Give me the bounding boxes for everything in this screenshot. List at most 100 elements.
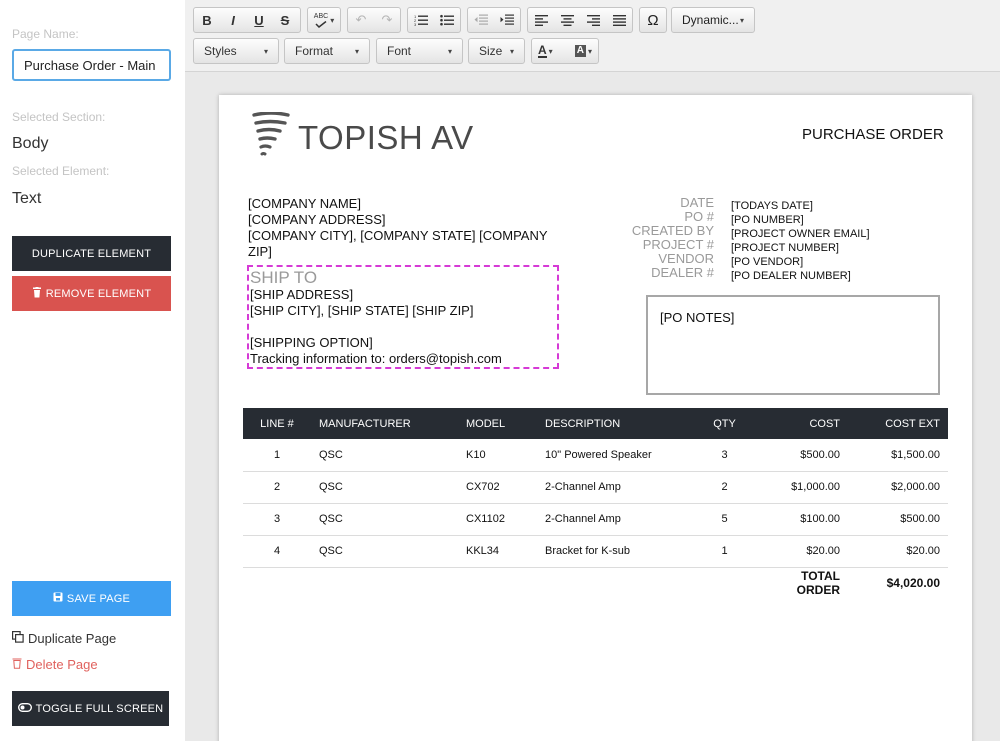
column-header-cost: COST [752, 408, 848, 439]
duplicate-element-label: DUPLICATE ELEMENT [31, 247, 152, 260]
dynamic-dropdown[interactable]: Dynamic... ▾ [671, 7, 755, 33]
column-header-cost-ext: COST EXT [848, 408, 948, 439]
align-right-icon[interactable] [580, 8, 606, 32]
cell-manufacturer: QSC [311, 535, 458, 568]
document-page: TOPISH AV PURCHASE ORDER [COMPANY NAME] … [219, 95, 972, 741]
document-title: PURCHASE ORDER [802, 126, 944, 143]
background-color-button[interactable]: A ▾ [574, 45, 592, 57]
ship-city-state-zip: [SHIP CITY], [SHIP STATE] [SHIP ZIP] [250, 303, 474, 318]
meta-values[interactable]: [TODAYS DATE] [PO NUMBER] [PROJECT OWNER… [731, 199, 931, 283]
indent-icon[interactable] [494, 8, 520, 32]
po-notes-text: [PO NOTES] [660, 310, 735, 325]
table-row: 2 QSC CX702 2-Channel Amp 2 $1,000.00 $2… [243, 471, 948, 504]
toggle-full-screen-label: TOGGLE FULL SCREEN [35, 702, 164, 715]
tornado-logo-icon [252, 111, 290, 163]
svg-text:3: 3 [414, 22, 417, 26]
history-group: ↶ ↷ [347, 7, 401, 33]
meta-labels: DATE PO # CREATED BY PROJECT # VENDOR DE… [614, 196, 714, 280]
bullet-list-icon[interactable] [434, 8, 460, 32]
outdent-icon[interactable] [468, 8, 494, 32]
page-name-input[interactable] [12, 49, 171, 81]
toggle-icon [17, 702, 32, 715]
styles-label: Styles [204, 44, 237, 58]
sidebar: Page Name: Selected Section: Body Select… [0, 0, 185, 741]
save-page-button[interactable]: SAVE PAGE [12, 581, 171, 616]
logo-text: TOPISH AV [298, 118, 474, 156]
selected-element-value: Text [12, 190, 42, 207]
spellcheck-button[interactable]: ABC ▾ [307, 7, 341, 33]
format-label: Format [295, 44, 334, 58]
cell-line: 1 [243, 439, 311, 472]
ship-to-block-selected[interactable]: SHIP TO [SHIP ADDRESS] [SHIP CITY], [SHI… [247, 265, 559, 369]
meta-label: PO # [684, 209, 714, 224]
table-row: 1 QSC K10 10" Powered Speaker 3 $500.00 … [243, 439, 948, 472]
format-dropdown[interactable]: Format ▾ [284, 38, 370, 64]
omega-icon: Ω [647, 11, 659, 29]
meta-label: DATE [680, 195, 714, 210]
numbered-list-icon[interactable]: 123 [408, 8, 434, 32]
text-color-button[interactable]: A ▾ [538, 44, 553, 58]
toggle-full-screen-button[interactable]: TOGGLE FULL SCREEN [12, 691, 169, 726]
background-color-icon: A [574, 45, 586, 57]
cell-qty: 3 [697, 439, 752, 472]
duplicate-page-label: Duplicate Page [28, 631, 117, 646]
align-left-icon[interactable] [528, 8, 554, 32]
font-label: Font [387, 44, 412, 58]
company-block[interactable]: [COMPANY NAME] [COMPANY ADDRESS] [COMPAN… [248, 196, 553, 260]
cell-cost: $20.00 [752, 535, 848, 568]
cell-cost: $1,000.00 [752, 471, 848, 504]
size-caret-icon: ▾ [509, 46, 514, 56]
align-center-icon[interactable] [554, 8, 580, 32]
cell-qty: 1 [697, 535, 752, 568]
line-items-table[interactable]: LINE # MANUFACTURER MODEL DESCRIPTION QT… [243, 408, 948, 599]
strikethrough-button[interactable]: S [272, 8, 298, 32]
column-header-manufacturer: MANUFACTURER [311, 408, 458, 439]
po-notes-box[interactable]: [PO NOTES] [646, 295, 940, 395]
align-justify-icon[interactable] [606, 8, 632, 32]
delete-page-link[interactable]: Delete Page [12, 657, 98, 672]
cell-cost: $500.00 [752, 439, 848, 472]
cell-description: 2-Channel Amp [537, 471, 697, 504]
column-header-description: DESCRIPTION [537, 408, 697, 439]
meta-value: [PROJECT OWNER EMAIL] [731, 228, 870, 240]
undo-icon[interactable]: ↶ [348, 8, 374, 32]
duplicate-page-link[interactable]: Duplicate Page [12, 631, 116, 646]
text-color-icon: A [538, 43, 547, 58]
alignment-group [527, 7, 633, 33]
cell-manufacturer: QSC [311, 471, 458, 504]
spellcheck-label: ABC [313, 12, 329, 20]
meta-label: CREATED BY [631, 223, 714, 238]
size-dropdown[interactable]: Size ▾ [468, 38, 525, 64]
meta-label: PROJECT # [642, 237, 714, 252]
styles-dropdown[interactable]: Styles ▾ [193, 38, 279, 64]
trash-icon [32, 286, 42, 301]
column-header-line: LINE # [243, 408, 311, 439]
indent-group [467, 7, 521, 33]
cell-cost: $100.00 [752, 503, 848, 536]
dynamic-label: Dynamic... [682, 13, 739, 27]
font-dropdown[interactable]: Font ▾ [376, 38, 463, 64]
cell-description: 10" Powered Speaker [537, 439, 697, 472]
bold-button[interactable]: B [194, 8, 220, 32]
save-page-label: SAVE PAGE [66, 592, 131, 605]
underline-button[interactable]: U [246, 8, 272, 32]
ship-to-heading: SHIP TO [250, 268, 318, 287]
cell-model: K10 [458, 439, 537, 472]
italic-button[interactable]: I [220, 8, 246, 32]
cell-line: 4 [243, 535, 311, 568]
font-caret-icon: ▾ [447, 46, 452, 56]
special-character-button[interactable]: Ω [639, 7, 667, 33]
total-value: $4,020.00 [886, 576, 940, 591]
meta-label: DEALER # [651, 265, 714, 280]
remove-element-button[interactable]: REMOVE ELEMENT [12, 276, 171, 311]
spellcheck-caret-icon: ▾ [330, 15, 335, 25]
format-caret-icon: ▾ [354, 46, 359, 56]
ship-address: [SHIP ADDRESS] [250, 287, 354, 302]
cell-manufacturer: QSC [311, 439, 458, 472]
copy-icon [12, 631, 24, 646]
duplicate-element-button[interactable]: DUPLICATE ELEMENT [12, 236, 171, 271]
floppy-disk-icon [53, 592, 63, 605]
company-name: [COMPANY NAME] [248, 196, 361, 211]
cell-line: 3 [243, 503, 311, 536]
redo-icon[interactable]: ↷ [374, 8, 400, 32]
